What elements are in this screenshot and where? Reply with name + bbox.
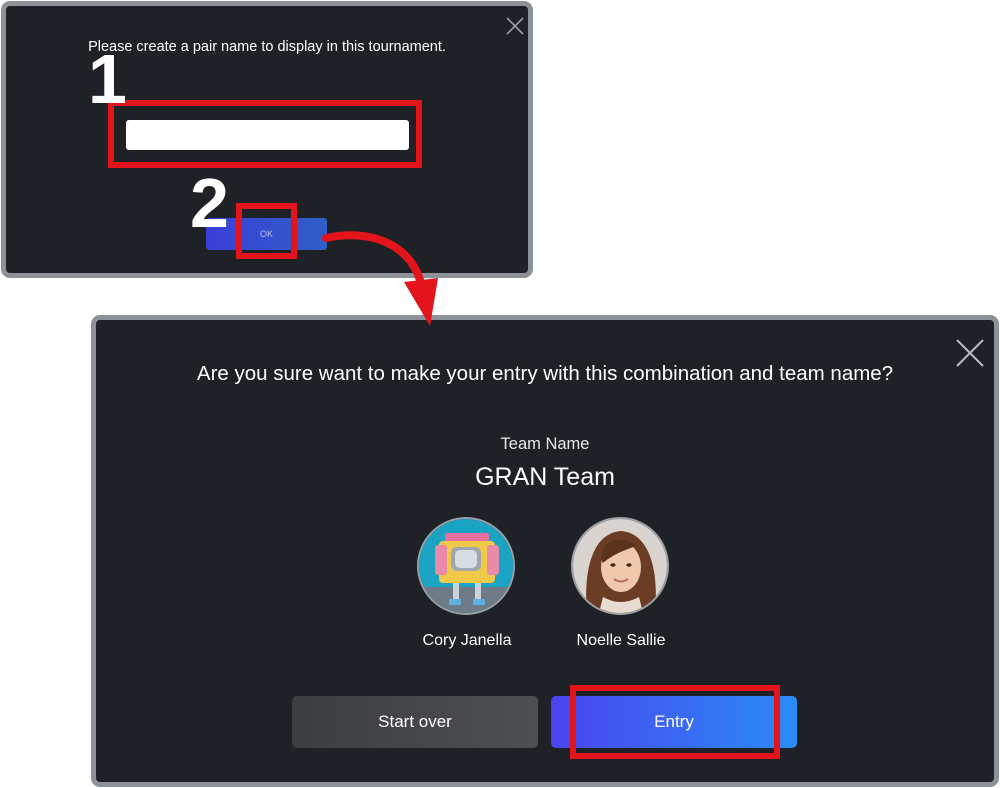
curved-arrow-icon [322,231,438,326]
close-icon[interactable] [506,17,524,35]
ok-highlight-box [236,203,297,259]
input-highlight-box [108,100,422,168]
woman-portrait-avatar [573,519,667,613]
entry-confirmation-dialog: Are you sure want to make your entry wit… [91,315,999,787]
member-name: Noelle Sallie [576,632,666,649]
avatar [571,517,669,615]
entry-highlight-box [570,685,780,759]
step-number-2: 2 [190,164,229,242]
team-name-label: Team Name [500,435,590,453]
avatar [417,517,515,615]
confirmation-prompt: Are you sure want to make your entry wit… [196,362,894,385]
pair-name-prompt: Please create a pair name to display in … [88,39,446,55]
member-name: Cory Janella [422,632,512,649]
start-over-button[interactable]: Start over [292,696,538,748]
step-number-1: 1 [88,40,127,118]
retro-tv-robot-avatar [419,519,513,613]
team-name-value: GRAN Team [475,463,615,491]
